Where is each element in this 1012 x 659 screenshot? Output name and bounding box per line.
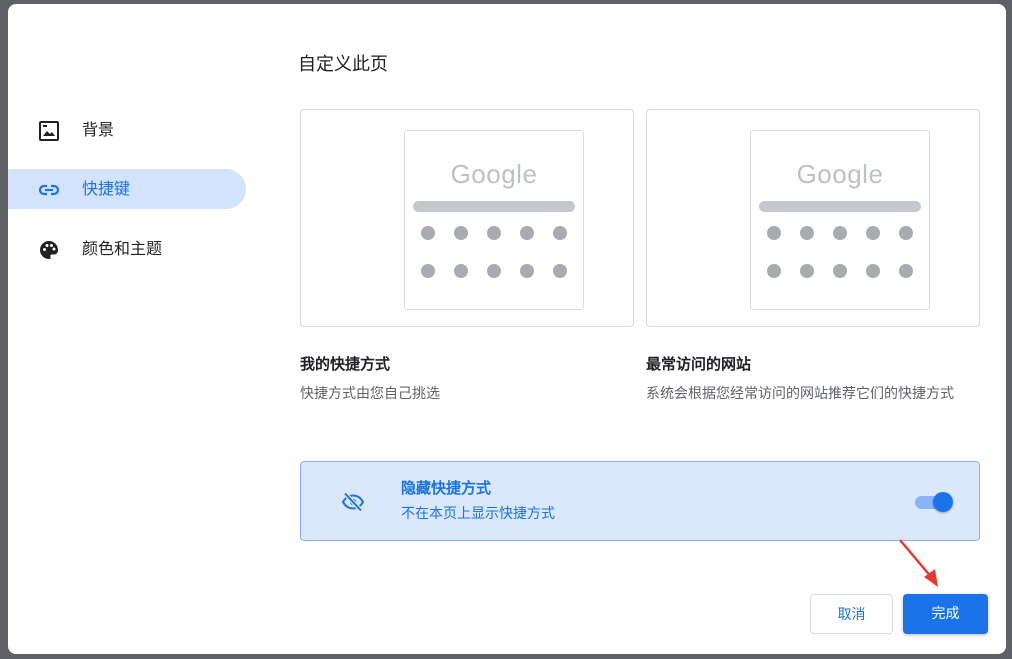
shortcut-dot	[487, 264, 501, 278]
sidebar-item-shortcuts[interactable]: 快捷键	[8, 169, 246, 209]
shortcut-dot	[899, 226, 913, 240]
sidebar-item-label: 背景	[82, 120, 115, 139]
shortcut-dot	[553, 264, 567, 278]
option-title: 我的快捷方式	[300, 355, 391, 373]
palette-icon	[38, 239, 60, 261]
shortcut-dot	[520, 264, 534, 278]
annotation-arrow-icon	[899, 539, 938, 587]
eye-off-icon	[341, 490, 365, 514]
option-description: 快捷方式由您自己挑选	[300, 386, 440, 402]
shortcut-dot	[899, 264, 913, 278]
shortcut-dot	[800, 264, 814, 278]
shortcut-dot	[833, 264, 847, 278]
shortcut-dot	[833, 226, 847, 240]
done-button[interactable]: 完成	[903, 594, 988, 634]
hide-shortcuts-title: 隐藏快捷方式	[401, 479, 492, 497]
sidebar-item-label: 颜色和主题	[82, 239, 163, 258]
option-card-most-visited[interactable]: Google	[646, 109, 980, 327]
link-icon	[38, 179, 60, 201]
sidebar: 背景 快捷键 颜色和主题	[8, 4, 268, 654]
shortcut-dot	[866, 264, 880, 278]
shortcut-dot	[767, 226, 781, 240]
google-logo: Google	[450, 159, 538, 189]
toggle-knob	[933, 492, 953, 512]
customize-dialog: 背景 快捷键 颜色和主题 自定义此页 Google Google 我的快捷方式 …	[8, 4, 1006, 654]
option-card-my-shortcuts[interactable]: Google	[300, 109, 634, 327]
option-title: 最常访问的网站	[646, 355, 752, 373]
hide-shortcuts-toggle[interactable]	[915, 492, 953, 512]
sidebar-item-background[interactable]: 背景	[8, 110, 246, 150]
preview-search-bar	[413, 201, 575, 212]
shortcut-dot	[767, 264, 781, 278]
shortcuts-preview: Google	[750, 130, 930, 310]
page-title: 自定义此页	[298, 54, 388, 75]
hide-shortcuts-description: 不在本页上显示快捷方式	[401, 506, 555, 522]
image-icon	[38, 120, 60, 142]
cancel-button[interactable]: 取消	[810, 594, 893, 634]
option-description: 系统会根据您经常访问的网站推荐它们的快捷方式	[646, 386, 954, 402]
shortcut-dot	[553, 226, 567, 240]
shortcut-dot	[421, 264, 435, 278]
sidebar-item-colors-themes[interactable]: 颜色和主题	[8, 229, 246, 269]
shortcut-dot	[866, 226, 880, 240]
preview-search-bar	[759, 201, 921, 212]
hide-shortcuts-panel[interactable]: 隐藏快捷方式 不在本页上显示快捷方式	[300, 461, 980, 541]
shortcut-dot	[454, 264, 468, 278]
shortcuts-preview: Google	[404, 130, 584, 310]
sidebar-item-label: 快捷键	[82, 179, 131, 198]
shortcut-dot	[454, 226, 468, 240]
shortcut-dot	[520, 226, 534, 240]
shortcut-dot	[800, 226, 814, 240]
shortcut-dot	[421, 226, 435, 240]
shortcut-dot	[487, 226, 501, 240]
google-logo: Google	[796, 159, 884, 189]
